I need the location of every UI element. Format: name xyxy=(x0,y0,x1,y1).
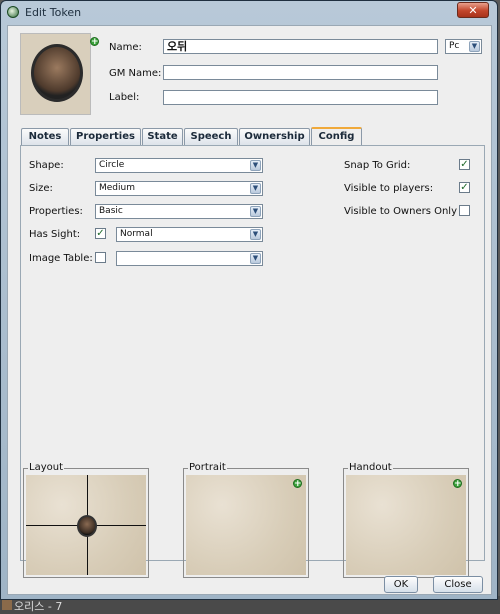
edit-token-dialog: Edit Token ✕ + Name: 오뒤 Pc ▼ GM Name: La… xyxy=(0,0,498,600)
config-panel: Shape: Circle ▼ Size: Medium ▼ Propertie… xyxy=(20,145,485,578)
properties-label: Properties: xyxy=(29,206,83,217)
window-title: Edit Token xyxy=(25,6,82,19)
shape-label: Shape: xyxy=(29,160,64,171)
token-type-select[interactable]: Pc ▼ xyxy=(445,39,482,54)
tab-properties[interactable]: Properties xyxy=(70,128,141,145)
tab-speech[interactable]: Speech xyxy=(184,128,238,145)
layout-group: Layout xyxy=(23,462,149,578)
shape-select[interactable]: Circle ▼ xyxy=(95,158,263,173)
size-label: Size: xyxy=(29,183,53,194)
tab-ownership[interactable]: Ownership xyxy=(239,128,310,145)
shape-value: Circle xyxy=(99,160,125,170)
token-face xyxy=(31,44,83,102)
label-label: Label: xyxy=(109,92,140,103)
layout-canvas[interactable] xyxy=(26,475,146,575)
chevron-down-icon: ▼ xyxy=(469,41,480,52)
visible-to-players-label: Visible to players: xyxy=(344,183,434,194)
chat-text: 오리스 - 7 xyxy=(14,600,63,613)
layout-token-preview[interactable] xyxy=(77,515,97,537)
image-table-checkbox[interactable] xyxy=(95,252,106,263)
label-field[interactable] xyxy=(163,90,438,105)
size-select[interactable]: Medium ▼ xyxy=(95,181,263,196)
gm-name-field[interactable] xyxy=(163,65,438,80)
name-label: Name: xyxy=(109,42,142,53)
handout-group: Handout + xyxy=(343,462,469,578)
layout-legend: Layout xyxy=(28,462,64,473)
has-sight-label: Has Sight: xyxy=(29,229,81,240)
tab-config[interactable]: Config xyxy=(311,127,362,146)
dialog-content: + Name: 오뒤 Pc ▼ GM Name: Label: Notes Pr… xyxy=(7,25,492,595)
handout-legend: Handout xyxy=(348,462,393,473)
properties-value: Basic xyxy=(99,206,123,216)
visible-to-owners-checkbox[interactable] xyxy=(459,205,470,216)
sight-select[interactable]: Normal ▼ xyxy=(116,227,263,242)
image-table-select[interactable]: ▼ xyxy=(116,251,263,266)
portrait-legend: Portrait xyxy=(188,462,227,473)
snap-to-grid-checkbox[interactable]: ✓ xyxy=(459,159,470,170)
snap-to-grid-label: Snap To Grid: xyxy=(344,160,411,171)
chevron-down-icon: ▼ xyxy=(250,183,261,194)
add-handout-plus-icon[interactable]: + xyxy=(453,479,462,489)
token-image[interactable]: + xyxy=(20,33,99,115)
chevron-down-icon: ▼ xyxy=(250,253,261,264)
image-table-label: Image Table: xyxy=(29,253,93,264)
handout-canvas[interactable]: + xyxy=(346,475,466,575)
app-icon xyxy=(7,6,19,18)
title-bar: Edit Token ✕ xyxy=(1,1,497,23)
chevron-down-icon: ▼ xyxy=(250,160,261,171)
visible-to-owners-label: Visible to Owners Only xyxy=(344,206,458,217)
size-value: Medium xyxy=(99,183,135,193)
close-button[interactable]: Close xyxy=(433,576,483,593)
ok-button[interactable]: OK xyxy=(384,576,418,593)
portrait-canvas[interactable]: + xyxy=(186,475,306,575)
visible-to-players-checkbox[interactable]: ✓ xyxy=(459,182,470,193)
tab-state[interactable]: State xyxy=(142,128,183,145)
sight-value: Normal xyxy=(120,229,153,239)
has-sight-checkbox[interactable]: ✓ xyxy=(95,228,106,239)
add-portrait-plus-icon[interactable]: + xyxy=(293,479,302,489)
window-close-button[interactable]: ✕ xyxy=(457,2,489,18)
gm-name-label: GM Name: xyxy=(109,68,162,79)
portrait-group: Portrait + xyxy=(183,462,309,578)
tab-notes[interactable]: Notes xyxy=(21,128,69,145)
properties-select[interactable]: Basic ▼ xyxy=(95,204,263,219)
token-type-value: Pc xyxy=(449,41,460,51)
name-field[interactable]: 오뒤 xyxy=(163,39,438,54)
add-image-plus-icon[interactable]: + xyxy=(90,37,99,47)
chevron-down-icon: ▼ xyxy=(250,206,261,217)
chevron-down-icon: ▼ xyxy=(250,229,261,240)
